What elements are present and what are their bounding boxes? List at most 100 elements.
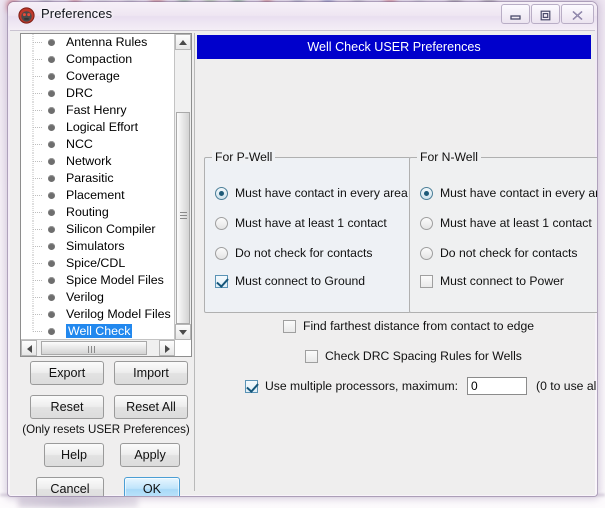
option-label: Must have contact in every area (440, 186, 597, 200)
tree-item-label: Logical Effort (66, 120, 139, 134)
n-well-option-at-least-1[interactable]: Must have at least 1 contact (420, 214, 592, 232)
import-button[interactable]: Import (114, 361, 188, 385)
radio-icon[interactable] (215, 216, 228, 230)
checkbox-label: Must connect to Ground (235, 274, 366, 288)
checkbox-icon[interactable] (215, 274, 228, 288)
tree-horizontal-scrollbar[interactable] (21, 339, 175, 356)
tree-item[interactable]: DRC (21, 85, 173, 102)
help-button[interactable]: Help (44, 443, 104, 467)
tree-item-label: Silicon Compiler (66, 222, 156, 236)
tree-item[interactable]: Verilog Model Files (21, 306, 173, 323)
reset-button[interactable]: Reset (30, 395, 104, 419)
preferences-window: Preferences Antenna Rules Compaction Cov… (8, 2, 597, 496)
p-well-legend: For P-Well (212, 150, 276, 164)
tree-item-label: Well Check (66, 324, 133, 338)
use-multiple-processors-row[interactable]: Use multiple processors, maximum: (0 to … (245, 377, 597, 395)
bullet-icon (48, 328, 55, 335)
n-well-legend: For N-Well (417, 150, 482, 164)
page-title: Well Check USER Preferences (197, 35, 591, 59)
scroll-down-arrow[interactable] (175, 324, 191, 340)
p-well-option-every-area[interactable]: Must have contact in every area (215, 184, 408, 202)
bullet-icon (48, 90, 55, 97)
tree-item-label: Antenna Rules (66, 35, 148, 49)
tree-item[interactable]: Fast Henry (21, 102, 173, 119)
tree-item[interactable]: Routing (21, 204, 173, 221)
n-well-option-every-area[interactable]: Must have contact in every area (420, 184, 597, 202)
option-label: Do not check for contacts (440, 246, 578, 260)
tree-viewport: Antenna Rules Compaction Coverage DRC Fa… (21, 34, 173, 354)
tree-item-label: Coverage (66, 69, 120, 83)
radio-icon[interactable] (215, 186, 228, 200)
checkbox-icon[interactable] (305, 349, 318, 363)
option-label: Do not check for contacts (235, 246, 373, 260)
checkbox-icon[interactable] (420, 274, 433, 288)
p-well-option-no-check[interactable]: Do not check for contacts (215, 244, 373, 262)
tree-item-well-check[interactable]: Well Check (21, 323, 173, 340)
bullet-icon (48, 311, 55, 318)
tree-vertical-scrollbar[interactable] (174, 34, 191, 340)
tree-item-label: Routing (66, 205, 109, 219)
option-label: Must have at least 1 contact (235, 216, 387, 230)
tree-item[interactable]: Spice Model Files (21, 272, 173, 289)
maximize-icon (540, 10, 551, 21)
tree-item[interactable]: Compaction (21, 51, 173, 68)
tree-item-label: Network (66, 154, 112, 168)
p-well-group: For P-Well Must have contact in every ar… (204, 150, 427, 313)
tree-item[interactable]: Silicon Compiler (21, 221, 173, 238)
export-button[interactable]: Export (30, 361, 104, 385)
maximize-button[interactable] (531, 4, 560, 24)
ok-button[interactable]: OK (124, 477, 180, 496)
tree-item[interactable]: NCC (21, 136, 173, 153)
radio-icon[interactable] (420, 186, 433, 200)
p-well-connect-ground-checkbox[interactable]: Must connect to Ground (215, 272, 365, 290)
tree-item[interactable]: Network (21, 153, 173, 170)
left-pane: Antenna Rules Compaction Coverage DRC Fa… (20, 33, 192, 496)
tree-item[interactable]: Placement (21, 187, 173, 204)
scroll-up-arrow[interactable] (175, 34, 191, 50)
tree-item[interactable]: Logical Effort (21, 119, 173, 136)
n-well-option-no-check[interactable]: Do not check for contacts (420, 244, 578, 262)
tree-item[interactable]: Coverage (21, 68, 173, 85)
tree-item-label: Parasitic (66, 171, 114, 185)
reset-note-label: (Only resets USER Preferences) (22, 423, 190, 436)
radio-icon[interactable] (420, 216, 433, 230)
checkbox-label: Use multiple processors, maximum: (265, 379, 459, 393)
n-well-connect-power-checkbox[interactable]: Must connect to Power (420, 272, 564, 290)
tree-item-label: Spice/CDL (66, 256, 126, 270)
p-well-option-at-least-1[interactable]: Must have at least 1 contact (215, 214, 387, 232)
reset-all-button[interactable]: Reset All (114, 395, 188, 419)
bullet-icon (48, 260, 55, 267)
tree-item[interactable]: Parasitic (21, 170, 173, 187)
checkbox-label: Check DRC Spacing Rules for Wells (325, 349, 522, 363)
check-drc-spacing-checkbox[interactable]: Check DRC Spacing Rules for Wells (305, 347, 522, 365)
window-title: Preferences (41, 6, 113, 21)
bullet-icon (48, 277, 55, 284)
checkbox-label: Find farthest distance from contact to e… (303, 319, 535, 333)
scroll-right-arrow[interactable] (159, 340, 175, 356)
cancel-button[interactable]: Cancel (36, 477, 104, 496)
tree-item[interactable]: Antenna Rules (21, 34, 173, 51)
preferences-tree[interactable]: Antenna Rules Compaction Coverage DRC Fa… (20, 33, 192, 357)
bullet-icon (48, 141, 55, 148)
checkbox-icon[interactable] (245, 379, 258, 393)
tree-item[interactable]: Simulators (21, 238, 173, 255)
electric-app-icon (18, 7, 35, 24)
apply-button[interactable]: Apply (120, 443, 180, 467)
max-processors-input[interactable] (467, 377, 528, 395)
tree-item[interactable]: Spice/CDL (21, 255, 173, 272)
window-titlebar[interactable]: Preferences (8, 2, 597, 30)
find-farthest-distance-checkbox[interactable]: Find farthest distance from contact to e… (283, 317, 534, 335)
scroll-left-arrow[interactable] (21, 340, 37, 356)
vertical-scroll-thumb[interactable] (176, 112, 190, 324)
tree-item[interactable]: Verilog (21, 289, 173, 306)
close-button[interactable] (561, 4, 594, 24)
radio-icon[interactable] (420, 246, 433, 260)
right-pane: Well Check USER Preferences For P-Well M… (194, 33, 597, 491)
radio-icon[interactable] (215, 246, 228, 260)
horizontal-scroll-thumb[interactable] (41, 341, 147, 355)
dialog-client-area: Antenna Rules Compaction Coverage DRC Fa… (10, 30, 597, 496)
bullet-icon (48, 243, 55, 250)
bullet-icon (48, 192, 55, 199)
checkbox-icon[interactable] (283, 319, 296, 333)
minimize-button[interactable] (501, 4, 530, 24)
